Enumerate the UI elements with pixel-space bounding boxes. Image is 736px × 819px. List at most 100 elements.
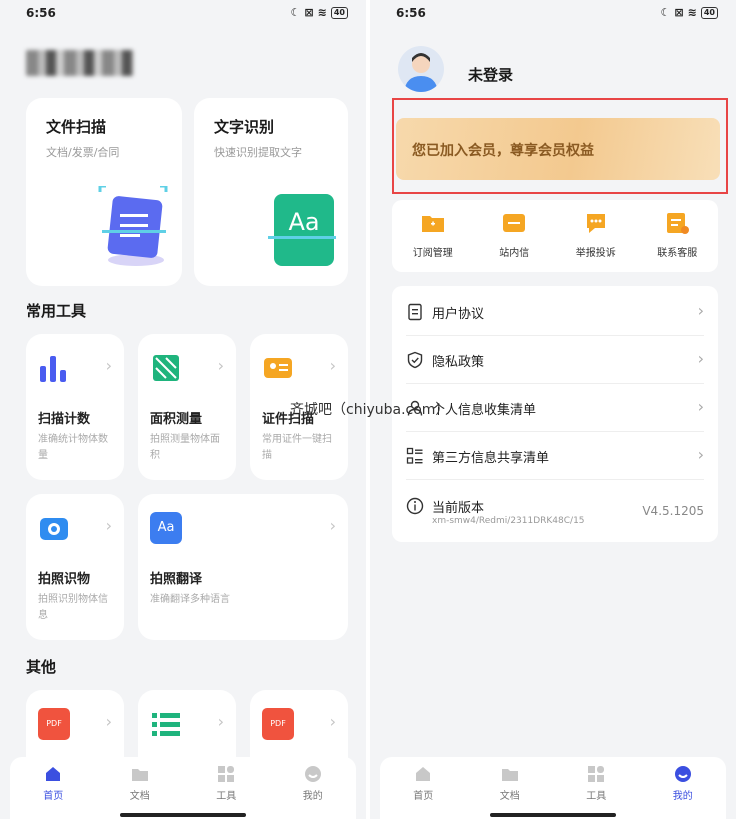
tools-icon xyxy=(218,766,235,782)
tool-desc: 准确翻译多种语言 xyxy=(150,594,230,605)
text-recognition-icon: Aa xyxy=(268,194,336,266)
quick-label: 举报投诉 xyxy=(575,248,616,259)
info-icon xyxy=(406,497,424,515)
tool-name: 拍照识物 xyxy=(38,572,91,587)
tool-desc: 拍照测量物体面积 xyxy=(150,434,220,461)
tab-documents[interactable]: 文档 xyxy=(467,757,554,819)
home-indicator xyxy=(490,813,616,817)
menu-label: 第三方信息共享清单 xyxy=(432,451,550,466)
tool-photo-translate[interactable]: Aa › 拍照翻译 准确翻译多种语言 xyxy=(138,494,348,640)
quick-subscription[interactable]: 订阅管理 xyxy=(392,200,474,272)
menu-privacy-policy[interactable]: 隐私政策 › xyxy=(406,336,704,384)
username-label[interactable]: 未登录 xyxy=(468,64,513,85)
tab-label: 首页 xyxy=(413,791,434,802)
menu-personal-info[interactable]: 个人信息收集清单 › xyxy=(406,384,704,432)
tool-name: 面积测量 xyxy=(150,412,203,427)
section-other: 其他 xyxy=(26,658,57,676)
tool-photo-identify[interactable]: › 拍照识物 拍照识别物体信息 xyxy=(26,494,124,640)
document-icon xyxy=(408,303,422,321)
tool-desc: 常用证件一键扫描 xyxy=(262,434,332,461)
tool-scan-count[interactable]: › 扫描计数 准确统计物体数量 xyxy=(26,334,124,480)
quick-actions: 订阅管理 站内信 举报投诉 联系客服 xyxy=(392,200,718,272)
tab-tools[interactable]: 工具 xyxy=(183,757,270,819)
scan-doc-title: 文件扫描 xyxy=(46,118,107,136)
grid-list-icon xyxy=(406,447,423,464)
tab-bar: 首页 文档 工具 我的 xyxy=(10,757,356,819)
chevron-right-icon: › xyxy=(217,356,224,375)
quick-label: 订阅管理 xyxy=(412,248,453,259)
home-icon xyxy=(416,767,431,781)
tool-area-measure[interactable]: › 面积测量 拍照测量物体面积 xyxy=(138,334,236,480)
wifi-icon: ≋ xyxy=(317,6,327,19)
chevron-right-icon: › xyxy=(105,712,112,731)
moon-icon: ☾ xyxy=(290,6,301,19)
version-label: 当前版本 xyxy=(432,501,485,516)
tools-icon xyxy=(588,766,605,782)
chevron-right-icon: › xyxy=(697,397,704,416)
wifi-icon: ≋ xyxy=(687,6,697,19)
vip-highlight-box xyxy=(392,98,728,194)
tab-tools[interactable]: 工具 xyxy=(553,757,640,819)
chevron-right-icon: › xyxy=(697,301,704,320)
profile-icon xyxy=(674,766,691,782)
scan-line xyxy=(268,236,336,239)
status-icons: ☾ ⊠ ≋ 40 xyxy=(291,6,348,19)
tab-documents[interactable]: 文档 xyxy=(97,757,184,819)
scan-doc-subtitle: 文档/发票/合同 xyxy=(46,146,120,159)
chevron-right-icon: › xyxy=(105,356,112,375)
ocr-card[interactable]: 文字识别 快速识别提取文字 Aa xyxy=(194,98,348,286)
menu-version[interactable]: 当前版本 xm-smw4/Redmi/2311DRK48C/15 V4.5.12… xyxy=(406,482,704,542)
avatar[interactable] xyxy=(398,46,444,92)
status-time: 6:56 xyxy=(396,6,426,20)
tab-home[interactable]: 首页 xyxy=(380,757,467,819)
ocr-subtitle: 快速识别提取文字 xyxy=(214,146,302,159)
battery-icon: 40 xyxy=(330,6,348,19)
folder-icon xyxy=(131,769,148,781)
report-icon xyxy=(586,214,605,233)
translate-icon: Aa xyxy=(150,512,182,544)
camera-icon xyxy=(40,518,68,540)
shield-icon xyxy=(407,351,423,369)
moon-icon: ☾ xyxy=(660,6,671,19)
chevron-right-icon: › xyxy=(105,516,112,535)
quick-report[interactable]: 举报投诉 xyxy=(555,200,637,272)
quick-label: 联系客服 xyxy=(657,248,698,259)
quick-service[interactable]: 联系客服 xyxy=(637,200,719,272)
tool-name: 扫描计数 xyxy=(38,412,91,427)
blurred-title xyxy=(26,50,134,76)
status-bar: 6:56 ☾ ⊠ ≋ 40 xyxy=(396,6,718,22)
battery-icon: 40 xyxy=(700,6,718,19)
status-bar: 6:56 ☾ ⊠ ≋ 40 xyxy=(26,6,348,22)
ocr-icon-text: Aa xyxy=(288,208,320,236)
tab-label: 工具 xyxy=(586,791,607,802)
silent-icon: ⊠ xyxy=(674,6,684,19)
menu-label: 隐私政策 xyxy=(432,355,485,370)
tab-mine[interactable]: 我的 xyxy=(640,757,727,819)
ocr-title: 文字识别 xyxy=(214,118,275,136)
tab-home[interactable]: 首页 xyxy=(10,757,97,819)
silent-icon: ⊠ xyxy=(304,6,314,19)
home-indicator xyxy=(120,813,246,817)
subscription-icon xyxy=(421,216,444,232)
menu-label: 用户协议 xyxy=(432,307,485,322)
tab-mine[interactable]: 我的 xyxy=(270,757,357,819)
menu-third-party[interactable]: 第三方信息共享清单 › xyxy=(406,432,704,480)
tool-desc: 拍照识别物体信息 xyxy=(38,594,108,621)
chevron-right-icon: › xyxy=(217,712,224,731)
quick-message[interactable]: 站内信 xyxy=(474,200,556,272)
version-detail: xm-smw4/Redmi/2311DRK48C/15 xyxy=(432,516,585,526)
service-icon xyxy=(667,213,690,234)
user-avatar-icon xyxy=(404,53,438,92)
tab-label: 我的 xyxy=(672,791,693,802)
menu-user-agreement[interactable]: 用户协议 › xyxy=(406,288,704,336)
id-card-icon xyxy=(264,358,292,378)
quick-label: 站内信 xyxy=(499,248,530,259)
tool-desc: 准确统计物体数量 xyxy=(38,434,108,461)
tab-label: 文档 xyxy=(499,791,520,802)
pdf-convert-icon: PDF xyxy=(262,708,294,740)
tab-label: 文档 xyxy=(129,791,150,802)
tab-bar: 首页 文档 工具 我的 xyxy=(380,757,726,819)
section-common-tools: 常用工具 xyxy=(26,302,87,320)
chevron-right-icon: › xyxy=(697,349,704,368)
scan-doc-card[interactable]: 文件扫描 文档/发票/合同 xyxy=(26,98,182,286)
